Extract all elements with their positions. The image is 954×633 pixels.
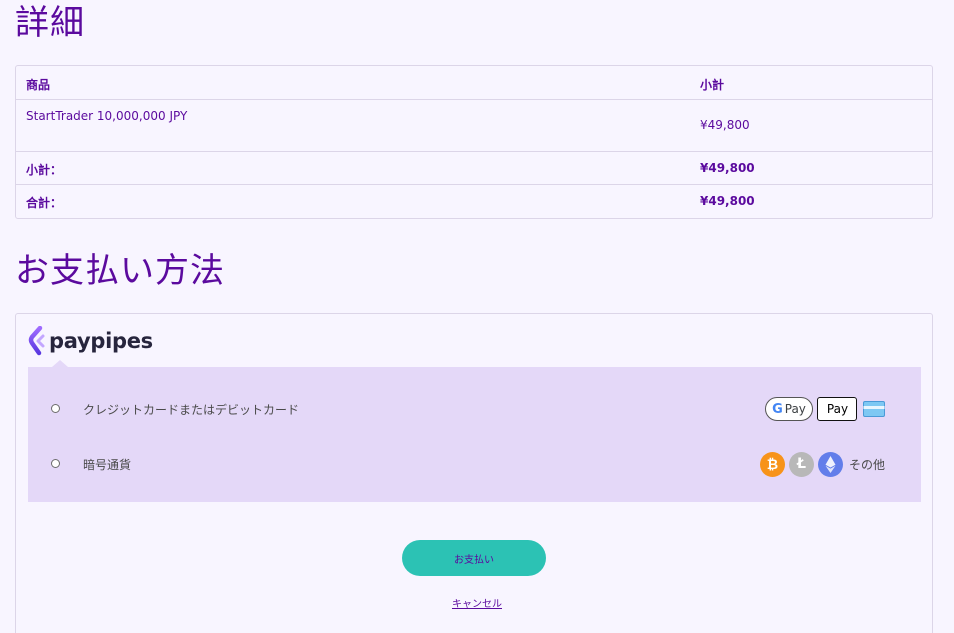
subtotal-row: 小計： ¥49,800 [16,152,932,185]
table-row: StartTrader 10,000,000 JPY ¥49,800 [16,100,932,152]
table-header: 商品 小計 [16,66,932,100]
methods-pointer [52,360,68,367]
subtotal-value: ¥49,800 [700,161,755,175]
paypipes-mark-icon [28,326,45,356]
method-crypto[interactable]: 暗号通貨 ₿ Ł その他 [28,449,921,479]
payment-title: お支払い方法 [15,251,225,291]
total-value: ¥49,800 [700,194,755,208]
total-row: 合計： ¥49,800 [16,185,932,219]
credit-card-icon [863,401,885,417]
order-table: 商品 小計 StartTrader 10,000,000 JPY ¥49,800… [15,65,933,219]
pay-button[interactable]: お支払い [402,540,546,576]
subtotal-label: 小計： [26,163,63,177]
card-radio[interactable] [51,404,60,413]
payment-box: paypipes クレジットカードまたはデビットカード G Pay Pay 暗号通… [15,313,933,633]
crypto-label[interactable]: 暗号通貨 [83,456,131,473]
item-price: ¥49,800 [700,118,750,132]
item-name: StartTrader 10,000,000 JPY [26,109,188,123]
ethereum-icon [817,451,843,477]
details-title: 詳細 [15,3,85,43]
paypipes-logo: paypipes [28,324,153,358]
litecoin-icon: Ł [788,451,814,477]
header-product: 商品 [26,78,51,92]
cancel-link[interactable]: キャンセル [452,595,502,610]
apple-pay-icon: Pay [817,397,857,421]
paypipes-wordmark: paypipes [49,329,153,353]
crypto-badges: ₿ Ł その他 [759,449,885,479]
card-label[interactable]: クレジットカードまたはデビットカード [83,401,299,418]
total-label: 合計： [26,196,63,210]
method-card[interactable]: クレジットカードまたはデビットカード G Pay Pay [28,394,921,424]
header-subtotal: 小計 [700,78,725,92]
google-pay-icon: G Pay [765,397,813,421]
payment-methods: クレジットカードまたはデビットカード G Pay Pay 暗号通貨 ₿ Ł その… [28,360,921,502]
bitcoin-icon: ₿ [759,451,785,477]
crypto-radio[interactable] [51,459,60,468]
crypto-more-label: その他 [848,457,885,472]
card-badges: G Pay Pay [765,394,885,424]
